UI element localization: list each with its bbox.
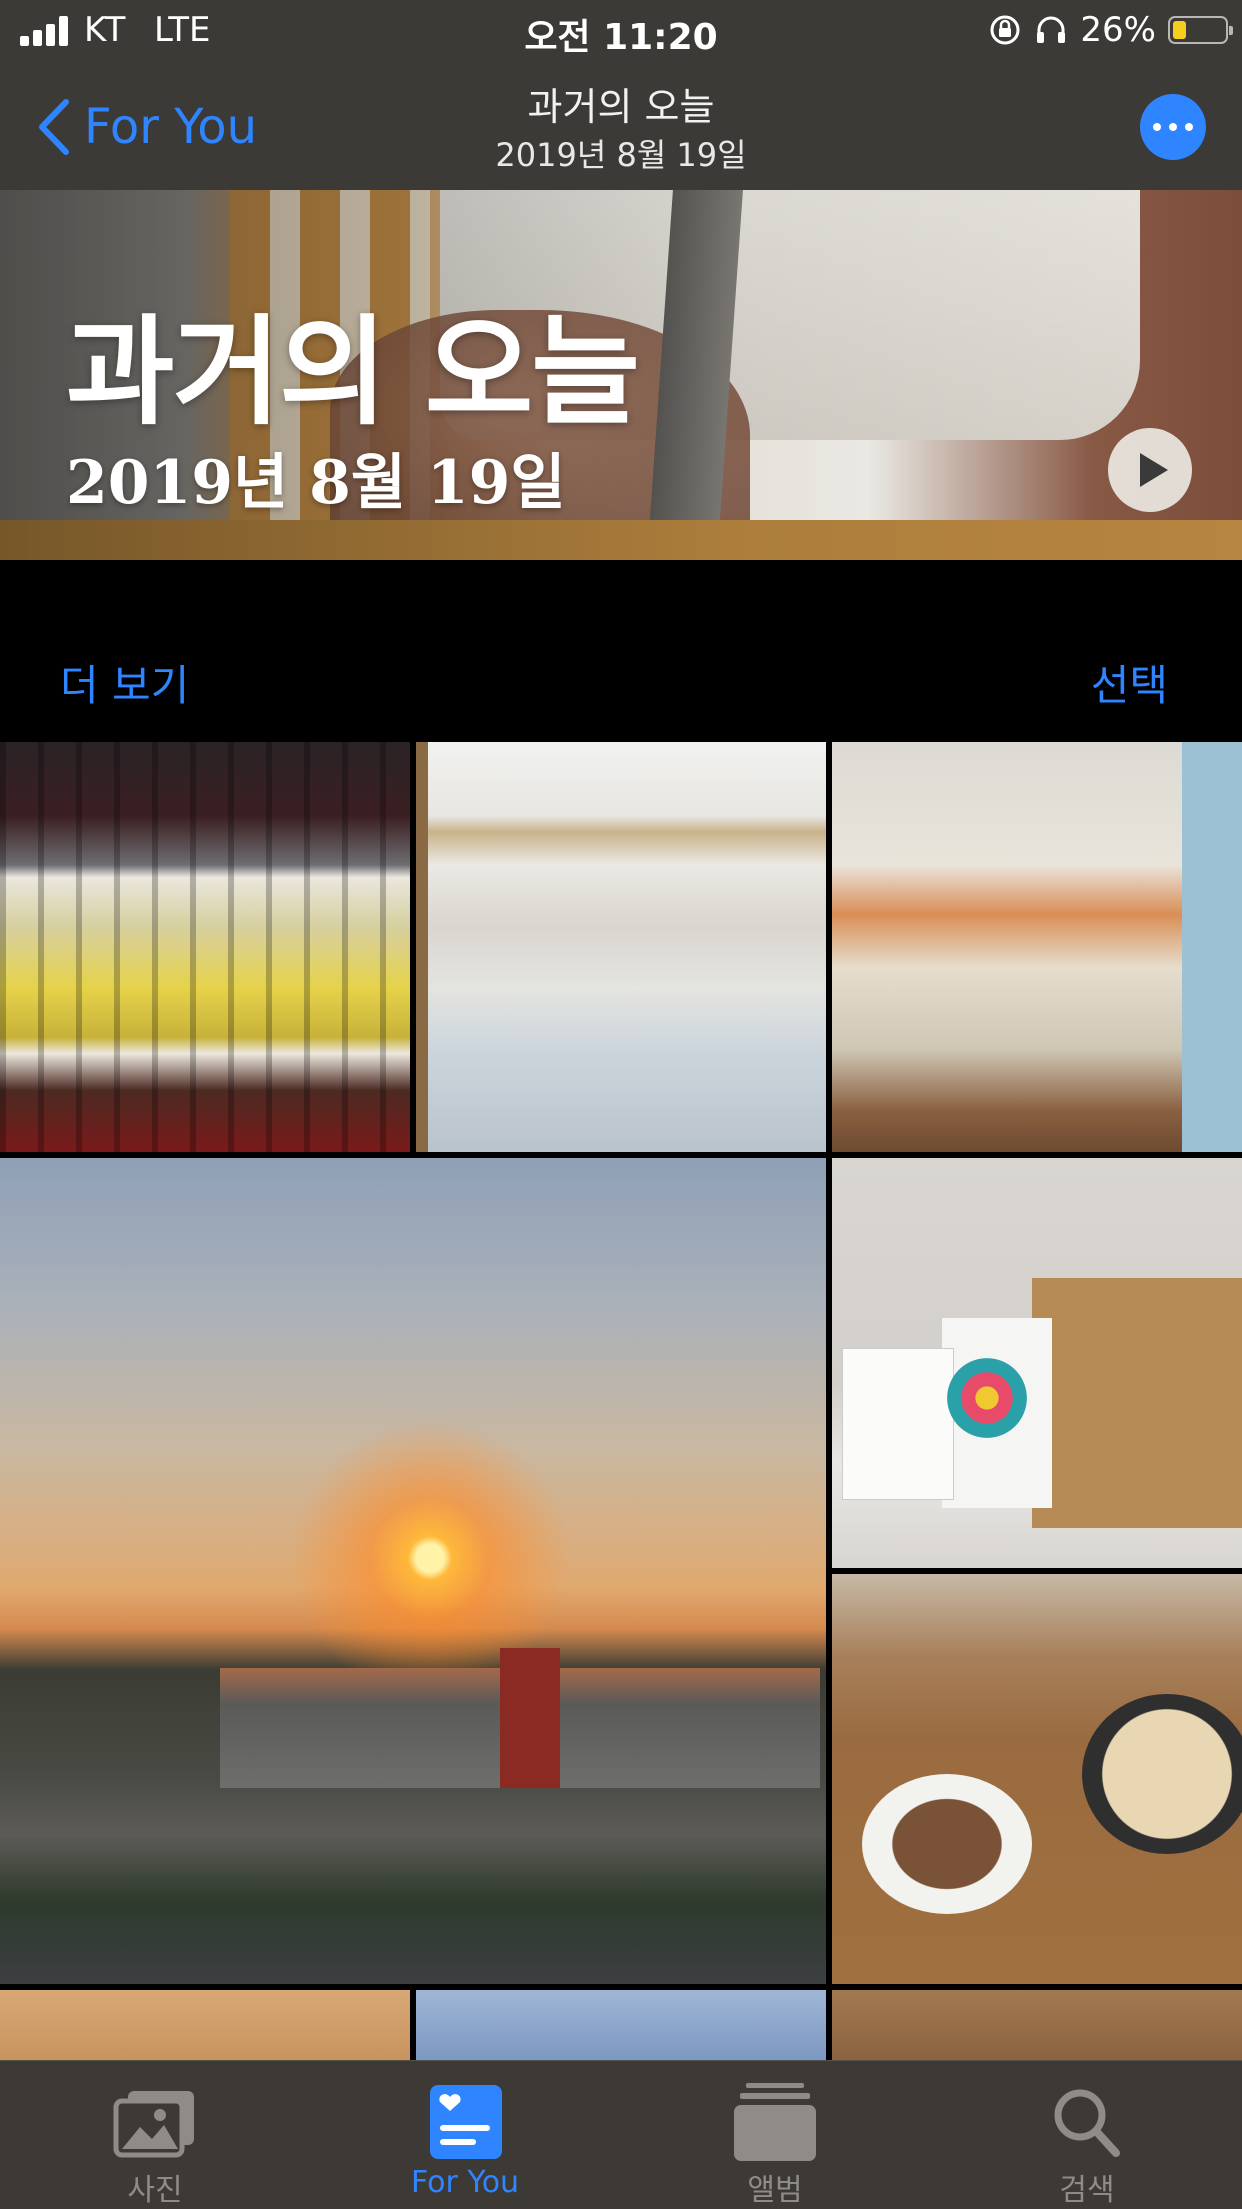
rotation-lock-icon bbox=[990, 15, 1020, 45]
battery-icon bbox=[1168, 16, 1233, 44]
tab-albums-label: 앨범 bbox=[747, 2173, 803, 2208]
more-options-button[interactable] bbox=[1140, 94, 1206, 160]
status-right-group: 26% bbox=[988, 10, 1233, 50]
photo-thumbnail-sunset[interactable] bbox=[0, 1158, 826, 1984]
photos-icon bbox=[113, 2091, 194, 2158]
photo-thumbnail-refrigerator[interactable] bbox=[416, 742, 826, 1152]
see-more-button[interactable]: 더 보기 bbox=[60, 652, 189, 713]
for-you-icon bbox=[430, 2085, 502, 2159]
photo-thumbnail-sky[interactable] bbox=[416, 1990, 826, 2060]
photo-thumbnail-food-table[interactable] bbox=[832, 1574, 1242, 1984]
photo-thumbnail-liquor-shelves[interactable] bbox=[0, 742, 410, 1152]
tab-search-label: 검색 bbox=[1059, 2173, 1115, 2208]
tab-for-you[interactable]: For You bbox=[310, 2061, 620, 2209]
status-bar: KT LTE 오전 11:20 26% bbox=[0, 0, 1242, 60]
nav-title: 과거의 오늘 bbox=[527, 85, 715, 129]
photo-thumbnail-wood[interactable] bbox=[0, 1990, 410, 2060]
nav-subtitle: 2019년 8월 19일 bbox=[495, 136, 747, 174]
hero-title: 과거의 오늘 bbox=[66, 303, 640, 441]
tab-albums[interactable]: 앨범 bbox=[620, 2061, 930, 2209]
battery-level-fill bbox=[1173, 21, 1186, 39]
ellipsis-icon bbox=[1153, 123, 1161, 131]
tab-bar: 사진 For You 앨범 검색 bbox=[0, 2060, 1242, 2209]
photo-thumbnail-shopping-bags[interactable] bbox=[832, 1158, 1242, 1568]
battery-percent: 26% bbox=[1080, 10, 1156, 50]
select-button[interactable]: 선택 bbox=[1091, 652, 1168, 713]
photo-thumbnail-kitchen[interactable] bbox=[832, 742, 1242, 1152]
section-header: 더 보기 선택 bbox=[0, 560, 1242, 740]
tab-photos-label: 사진 bbox=[127, 2173, 183, 2208]
hero-date: 2019년 8월 19일 bbox=[66, 448, 566, 518]
albums-icon bbox=[734, 2083, 816, 2161]
tab-search[interactable]: 검색 bbox=[932, 2061, 1242, 2209]
memory-hero-photo[interactable]: 과거의 오늘 2019년 8월 19일 bbox=[0, 190, 1242, 560]
photo-thumbnail-dining[interactable] bbox=[832, 1990, 1242, 2060]
play-memory-button[interactable] bbox=[1108, 428, 1192, 512]
play-icon bbox=[1140, 453, 1168, 487]
search-icon bbox=[1054, 2089, 1120, 2157]
tab-for-you-label: For You bbox=[410, 2165, 520, 2200]
tab-photos[interactable]: 사진 bbox=[0, 2061, 310, 2209]
headphones-icon bbox=[1037, 16, 1066, 43]
nav-header: KT LTE 오전 11:20 26% For You 과거의 오늘 2019년… bbox=[0, 0, 1242, 191]
